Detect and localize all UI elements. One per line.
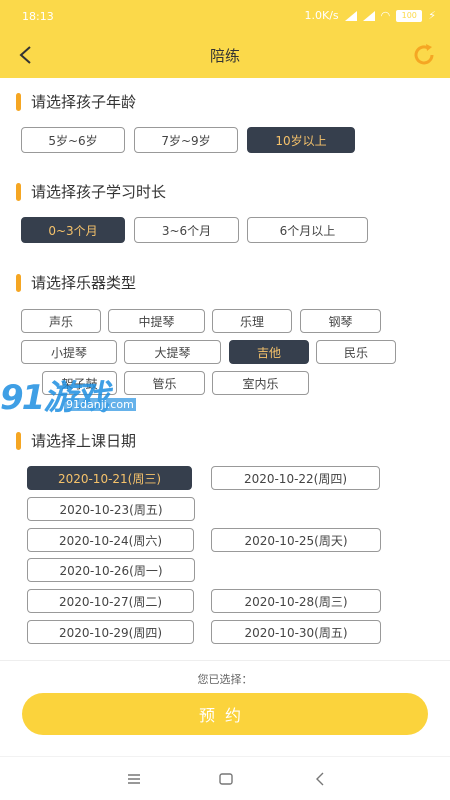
section-title-instrument: 请选择乐器类型 bbox=[16, 272, 136, 293]
section-title-age: 请选择孩子年龄 bbox=[16, 91, 136, 112]
instrument-option-piano[interactable]: 钢琴 bbox=[300, 309, 381, 333]
selected-summary-label: 您已选择： bbox=[197, 673, 253, 686]
age-option-7-9[interactable]: 7岁~9岁 bbox=[134, 127, 238, 153]
instrument-option-vocal[interactable]: 声乐 bbox=[21, 309, 101, 333]
date-option[interactable]: 2020-10-22(周四) bbox=[211, 466, 380, 490]
menu-icon[interactable] bbox=[122, 769, 146, 789]
section-accent-bar bbox=[16, 182, 21, 201]
app-header: 18:13 1.0K/s ◠ 100 ⚡ 陪练 bbox=[0, 0, 450, 78]
system-nav-bar bbox=[0, 756, 450, 800]
duration-option-3-6[interactable]: 3~6个月 bbox=[134, 217, 239, 243]
instrument-option-folk[interactable]: 民乐 bbox=[316, 340, 396, 364]
section-accent-bar bbox=[16, 273, 21, 292]
section-accent-bar bbox=[16, 92, 21, 111]
date-option[interactable]: 2020-10-23(周五) bbox=[27, 497, 195, 521]
age-option-10-plus[interactable]: 10岁以上 bbox=[247, 127, 355, 153]
date-option[interactable]: 2020-10-25(周天) bbox=[211, 528, 381, 552]
footer-divider bbox=[0, 660, 450, 661]
instrument-option-viola[interactable]: 中提琴 bbox=[108, 309, 205, 333]
network-speed: 1.0K/s bbox=[304, 9, 339, 22]
instrument-option-theory[interactable]: 乐理 bbox=[212, 309, 292, 333]
instrument-option-cello[interactable]: 大提琴 bbox=[124, 340, 221, 364]
age-option-5-6[interactable]: 5岁~6岁 bbox=[21, 127, 125, 153]
date-option[interactable]: 2020-10-21(周三) bbox=[27, 466, 192, 490]
duration-option-6-plus[interactable]: 6个月以上 bbox=[247, 217, 368, 243]
signal-icon-2 bbox=[362, 10, 375, 21]
home-icon[interactable] bbox=[214, 769, 238, 789]
date-option[interactable]: 2020-10-29(周四) bbox=[27, 620, 194, 644]
section-title-date: 请选择上课日期 bbox=[16, 430, 136, 451]
page-title: 陪练 bbox=[209, 47, 240, 65]
date-option[interactable]: 2020-10-27(周二) bbox=[27, 589, 194, 613]
status-time: 18:13 bbox=[22, 10, 54, 23]
date-option[interactable]: 2020-10-28(周三) bbox=[211, 589, 381, 613]
duration-option-0-3[interactable]: 0~3个月 bbox=[21, 217, 125, 243]
signal-icon bbox=[344, 10, 357, 21]
date-option[interactable]: 2020-10-26(周一) bbox=[27, 558, 195, 582]
section-accent-bar bbox=[16, 431, 21, 450]
instrument-option-guitar[interactable]: 吉他 bbox=[229, 340, 309, 364]
nav-bar: 陪练 bbox=[0, 32, 450, 78]
back-icon[interactable] bbox=[308, 769, 332, 789]
refresh-icon[interactable] bbox=[410, 41, 438, 69]
section-title-duration: 请选择孩子学习时长 bbox=[16, 181, 166, 202]
instrument-option-chamber[interactable]: 室内乐 bbox=[212, 371, 309, 395]
charging-icon: ⚡ bbox=[428, 9, 436, 22]
book-button[interactable]: 预约 bbox=[22, 693, 428, 735]
wifi-icon: ◠ bbox=[380, 9, 391, 22]
date-option[interactable]: 2020-10-24(周六) bbox=[27, 528, 194, 552]
instrument-option-violin[interactable]: 小提琴 bbox=[21, 340, 117, 364]
battery-icon: 100 bbox=[396, 9, 423, 22]
date-option[interactable]: 2020-10-30(周五) bbox=[211, 620, 381, 644]
status-bar: 18:13 1.0K/s ◠ 100 ⚡ bbox=[0, 0, 450, 32]
watermark-logo: 91游戏 91danji.com bbox=[0, 378, 136, 418]
